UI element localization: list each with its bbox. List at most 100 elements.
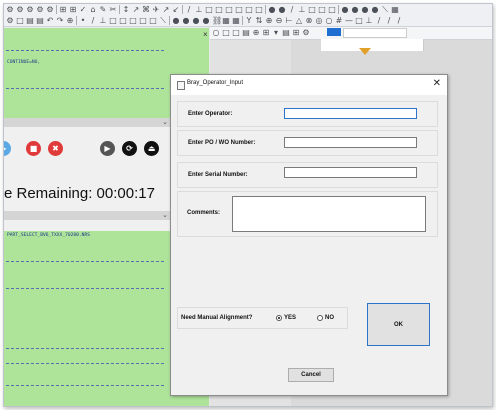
abort-icon[interactable]: ✖ xyxy=(48,141,63,156)
toolbar-icon[interactable]: ● xyxy=(278,5,286,14)
toolbar-icon[interactable]: ● xyxy=(341,5,349,14)
toolbar-icon[interactable]: ↗ xyxy=(162,5,170,14)
toolbar-icon[interactable]: ⊥ xyxy=(99,16,107,25)
toolbar-icon[interactable]: ● xyxy=(371,5,379,14)
toolbar-icon[interactable]: ▦ xyxy=(232,16,240,25)
toolbar-icon[interactable]: ⚙ xyxy=(26,5,34,14)
toolbar-icon[interactable]: ⊕ xyxy=(66,16,74,25)
color-selector[interactable] xyxy=(327,28,341,36)
chevron-down-icon[interactable]: ⌄ xyxy=(162,211,168,219)
toolbar-icon[interactable]: ⊞ xyxy=(262,29,270,37)
toolbar-icon[interactable]: / xyxy=(385,16,393,25)
toolbar-icon[interactable]: □ xyxy=(119,16,127,25)
toolbar-icon[interactable]: ▤ xyxy=(36,16,44,25)
toolbar-icon[interactable]: ⟍ xyxy=(381,5,389,14)
serial-field[interactable] xyxy=(284,167,417,178)
toolbar-icon[interactable]: ⊕ xyxy=(252,29,260,37)
toolbar-icon[interactable]: □ xyxy=(308,5,316,14)
toolbar-icon[interactable]: ⚙ xyxy=(36,5,44,14)
toolbar-icon[interactable]: □ xyxy=(205,5,213,14)
yes-radio[interactable]: YES xyxy=(276,315,296,321)
toolbar-icon[interactable]: ▤ xyxy=(26,16,34,25)
toolbar-icon[interactable]: □ xyxy=(355,16,363,25)
toolbar-icon[interactable]: ● xyxy=(268,5,276,14)
toolbar-icon[interactable]: ⊞ xyxy=(69,5,77,14)
toolbar-icon[interactable]: ⊞ xyxy=(59,5,67,14)
toolbar-icon[interactable]: ▤ xyxy=(242,29,250,37)
toolbar-icon[interactable]: ⚙ xyxy=(46,5,54,14)
collapse-bar[interactable]: ⌄ xyxy=(4,211,172,220)
toolbar-icon[interactable]: □ xyxy=(232,29,240,37)
toolbar-icon[interactable]: ⚙ xyxy=(6,5,14,14)
toolbar-icon[interactable]: ⚙ xyxy=(16,5,24,14)
toolbar-icon[interactable]: □ xyxy=(318,5,326,14)
comments-textarea[interactable] xyxy=(232,196,426,232)
panel-close-icon[interactable]: × xyxy=(203,30,208,39)
toolbar-icon[interactable]: □ xyxy=(328,5,336,14)
toolbar-icon[interactable]: ○ xyxy=(212,29,220,37)
toolbar-icon[interactable]: ⊢ xyxy=(285,16,293,25)
po-field[interactable] xyxy=(284,137,417,148)
toolbar-icon[interactable]: / xyxy=(185,5,193,14)
toolbar-icon[interactable]: ↕ xyxy=(122,5,130,14)
operator-field[interactable] xyxy=(284,108,417,119)
toolbar-icon[interactable]: / xyxy=(288,5,296,14)
toolbar-icon[interactable]: Y xyxy=(245,16,253,25)
toolbar-icon[interactable]: ● xyxy=(172,16,180,25)
toolbar-icon[interactable]: / xyxy=(89,16,97,25)
toolbar-icon[interactable]: □ xyxy=(139,16,147,25)
toolbar-icon[interactable]: ↶ xyxy=(46,16,54,25)
toolbar-icon[interactable]: / xyxy=(395,16,403,25)
toolbar-icon[interactable]: ● xyxy=(192,16,200,25)
toolbar-icon[interactable]: ▤ xyxy=(282,29,290,37)
toolbar-icon[interactable]: ↙ xyxy=(172,5,180,14)
toolbar-icon[interactable]: □ xyxy=(225,5,233,14)
toolbar-icon[interactable]: • xyxy=(79,16,87,25)
toolbar-icon[interactable]: ⊥ xyxy=(298,5,306,14)
toolbar-icon[interactable]: ✈ xyxy=(152,5,160,14)
toolbar-icon[interactable]: / xyxy=(375,16,383,25)
toolbar-icon[interactable]: ▦ xyxy=(222,16,230,25)
toolbar-icon[interactable]: ✂ xyxy=(109,5,117,14)
toolbar-icon[interactable]: □ xyxy=(235,5,243,14)
toolbar-icon[interactable]: ✎ xyxy=(99,5,107,14)
toolbar-icon[interactable]: ⟍ xyxy=(159,16,167,25)
toolbar-icon[interactable]: ⊥ xyxy=(365,16,373,25)
toolbar-icon[interactable]: ● xyxy=(361,5,369,14)
toolbar-icon[interactable]: ▦ xyxy=(391,5,399,14)
chevron-down-icon[interactable]: ⌄ xyxy=(162,118,168,126)
toolbar-icon[interactable]: □ xyxy=(109,16,117,25)
toolbar-icon[interactable]: ⚙ xyxy=(6,16,14,25)
toolbar-icon[interactable]: ⇅ xyxy=(255,16,263,25)
cycle-icon[interactable]: ⟳ xyxy=(122,141,137,156)
dropdown-field[interactable] xyxy=(343,28,407,38)
no-radio[interactable]: NO xyxy=(317,315,334,321)
toolbar-icon[interactable]: ● xyxy=(182,16,190,25)
toolbar-icon[interactable]: ⊥ xyxy=(195,5,203,14)
toolbar-icon[interactable]: ⌂ xyxy=(89,5,97,14)
end-icon[interactable]: ⏏ xyxy=(144,141,159,156)
toolbar-icon[interactable]: ⚙ xyxy=(302,29,310,37)
close-button[interactable]: ✕ xyxy=(433,78,441,89)
toolbar-icon[interactable]: ↗ xyxy=(132,5,140,14)
toolbar-icon[interactable]: ▾ xyxy=(272,29,280,37)
toolbar-icon[interactable]: ● xyxy=(202,16,210,25)
toolbar-icon[interactable]: — xyxy=(345,16,353,25)
toolbar-icon[interactable]: # xyxy=(335,16,343,25)
toolbar-icon[interactable]: □ xyxy=(222,29,230,37)
toolbar-icon[interactable]: □ xyxy=(129,16,137,25)
skip-icon[interactable]: ▶ xyxy=(100,141,115,156)
toolbar-icon[interactable]: □ xyxy=(215,5,223,14)
collapse-bar[interactable]: ⌄ xyxy=(4,118,172,127)
toolbar-icon[interactable]: □ xyxy=(149,16,157,25)
toolbar-icon[interactable]: ⊗ xyxy=(305,16,313,25)
toolbar-icon[interactable]: ✓ xyxy=(79,5,87,14)
toolbar-icon[interactable]: ⛓ xyxy=(212,16,222,25)
toolbar-icon[interactable]: ⌘ xyxy=(142,5,150,14)
toolbar-icon[interactable]: ● xyxy=(351,5,359,14)
toolbar-icon[interactable]: □ xyxy=(255,5,263,14)
toolbar-icon[interactable]: ⊞ xyxy=(292,29,300,37)
toolbar-icon[interactable]: ○ xyxy=(325,16,333,25)
toolbar-icon[interactable]: □ xyxy=(16,16,24,25)
stop-icon[interactable]: ■ xyxy=(26,141,41,156)
